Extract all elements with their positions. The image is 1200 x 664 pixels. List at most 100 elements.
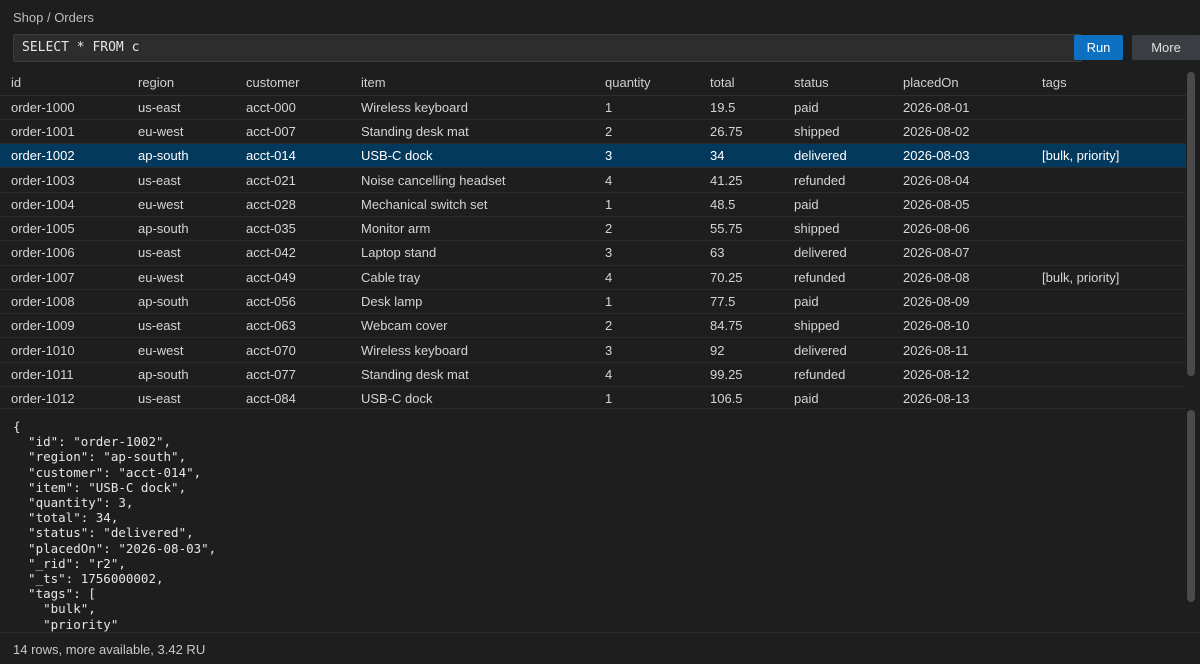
cell-quantity: 3 [594,143,699,169]
breadcrumb[interactable]: Shop / Orders [13,10,94,25]
cell-customer: acct-084 [235,386,350,408]
cell-region: eu-west [127,192,235,217]
cell-placedon: 2026-08-07 [892,240,1031,266]
cell-quantity: 4 [594,167,699,193]
cell-region: ap-south [127,216,235,242]
cell-placedon: 2026-08-09 [892,289,1031,315]
cell-quantity: 4 [594,265,699,290]
cell-placedon: 2026-08-12 [892,362,1031,388]
cell-id: order-1008 [0,289,127,315]
cell-customer: acct-028 [235,192,350,217]
cell-tags [1031,167,1186,193]
cell-region: us-east [127,386,235,408]
query-input[interactable]: SELECT * FROM c [13,34,1082,62]
cell-region: eu-west [127,265,235,290]
column-header-tags[interactable]: tags [1031,70,1186,96]
run-button[interactable]: Run [1074,35,1123,60]
table-row[interactable]: order-1001 eu-west acct-007 Standing desk m… [0,119,1186,145]
cell-item: Standing desk mat [350,362,594,388]
table-row[interactable]: order-1007 eu-west acct-049 Cable tray 4 70.2… [0,265,1186,290]
column-header-placedon[interactable]: placedOn [892,70,1031,96]
cell-quantity: 2 [594,313,699,339]
column-header-total[interactable]: total [699,70,783,96]
cell-id: order-1011 [0,362,127,388]
table-row[interactable]: order-1012 us-east acct-084 USB-C dock 1 106.… [0,386,1186,408]
cell-status: shipped [783,119,892,145]
cell-quantity: 1 [594,386,699,408]
table-row[interactable]: order-1002 ap-south acct-014 USB-C dock 3 34 d… [0,143,1186,169]
table-row[interactable]: order-1010 eu-west acct-070 Wireless keyboa… [0,337,1186,363]
cell-item: Laptop stand [350,240,594,266]
cell-tags [1031,95,1186,120]
cell-region: eu-west [127,119,235,145]
cell-customer: acct-014 [235,143,350,169]
cell-customer: acct-035 [235,216,350,242]
status-text: 14 rows, more available, 3.42 RU [13,642,206,657]
cell-quantity: 2 [594,119,699,145]
cell-id: order-1001 [0,119,127,145]
cell-id: order-1004 [0,192,127,217]
cell-customer: acct-042 [235,240,350,266]
cell-total: 99.25 [699,362,783,388]
table-row[interactable]: order-1011 ap-south acct-077 Standing desk … [0,362,1186,388]
cell-total: 48.5 [699,192,783,217]
cell-placedon: 2026-08-03 [892,143,1031,169]
cell-quantity: 1 [594,289,699,315]
results-grid: id region customer item quantity total status p… [0,70,1186,408]
cell-item: Standing desk mat [350,119,594,145]
cell-tags: [bulk, priority] [1031,265,1186,290]
cell-status: delivered [783,240,892,266]
cell-quantity: 2 [594,216,699,242]
table-row[interactable]: order-1004 eu-west acct-028 Mechanical swit… [0,192,1186,217]
table-row[interactable]: order-1003 us-east acct-021 Noise cancellin… [0,167,1186,193]
cell-item: Desk lamp [350,289,594,315]
cell-customer: acct-007 [235,119,350,145]
cell-tags [1031,386,1186,408]
column-header-item[interactable]: item [350,70,594,96]
cell-customer: acct-077 [235,362,350,388]
cell-region: ap-south [127,362,235,388]
cell-status: paid [783,289,892,315]
grid-scrollbar[interactable] [1187,72,1195,376]
results-table: id region customer item quantity total status p… [0,70,1186,408]
cell-id: order-1009 [0,313,127,339]
cell-placedon: 2026-08-01 [892,95,1031,120]
more-button[interactable]: More [1132,35,1200,60]
cell-status: paid [783,386,892,408]
cell-status: refunded [783,362,892,388]
cell-placedon: 2026-08-06 [892,216,1031,242]
cell-region: us-east [127,167,235,193]
grid-body: order-1000 us-east acct-000 Wireless keyboa… [0,95,1186,408]
cell-customer: acct-000 [235,95,350,120]
cell-status: shipped [783,313,892,339]
cell-region: eu-west [127,337,235,363]
column-header-id[interactable]: id [0,70,127,96]
table-row[interactable]: order-1000 us-east acct-000 Wireless keyboa… [0,95,1186,120]
column-header-quantity[interactable]: quantity [594,70,699,96]
cell-placedon: 2026-08-11 [892,337,1031,363]
cell-id: order-1010 [0,337,127,363]
cell-item: Monitor arm [350,216,594,242]
column-header-status[interactable]: status [783,70,892,96]
query-bar: SELECT * FROM c Run More [13,34,1200,62]
cell-item: Wireless keyboard [350,337,594,363]
cell-status: refunded [783,265,892,290]
cell-total: 92 [699,337,783,363]
detail-scrollbar[interactable] [1187,410,1195,602]
table-row[interactable]: order-1005 ap-south acct-035 Monitor arm 2 55… [0,216,1186,242]
cell-status: paid [783,192,892,217]
cell-id: order-1012 [0,386,127,408]
cell-region: ap-south [127,143,235,169]
table-row[interactable]: order-1008 ap-south acct-056 Desk lamp 1 77.5… [0,289,1186,315]
column-header-region[interactable]: region [127,70,235,96]
cell-item: USB-C dock [350,143,594,169]
cell-total: 19.5 [699,95,783,120]
cell-id: order-1005 [0,216,127,242]
table-row[interactable]: order-1009 us-east acct-063 Webcam cover 2 84… [0,313,1186,339]
cell-tags [1031,216,1186,242]
cell-id: order-1007 [0,265,127,290]
cell-customer: acct-021 [235,167,350,193]
column-header-customer[interactable]: customer [235,70,350,96]
table-row[interactable]: order-1006 us-east acct-042 Laptop stand 3 63… [0,240,1186,266]
cell-region: us-east [127,240,235,266]
